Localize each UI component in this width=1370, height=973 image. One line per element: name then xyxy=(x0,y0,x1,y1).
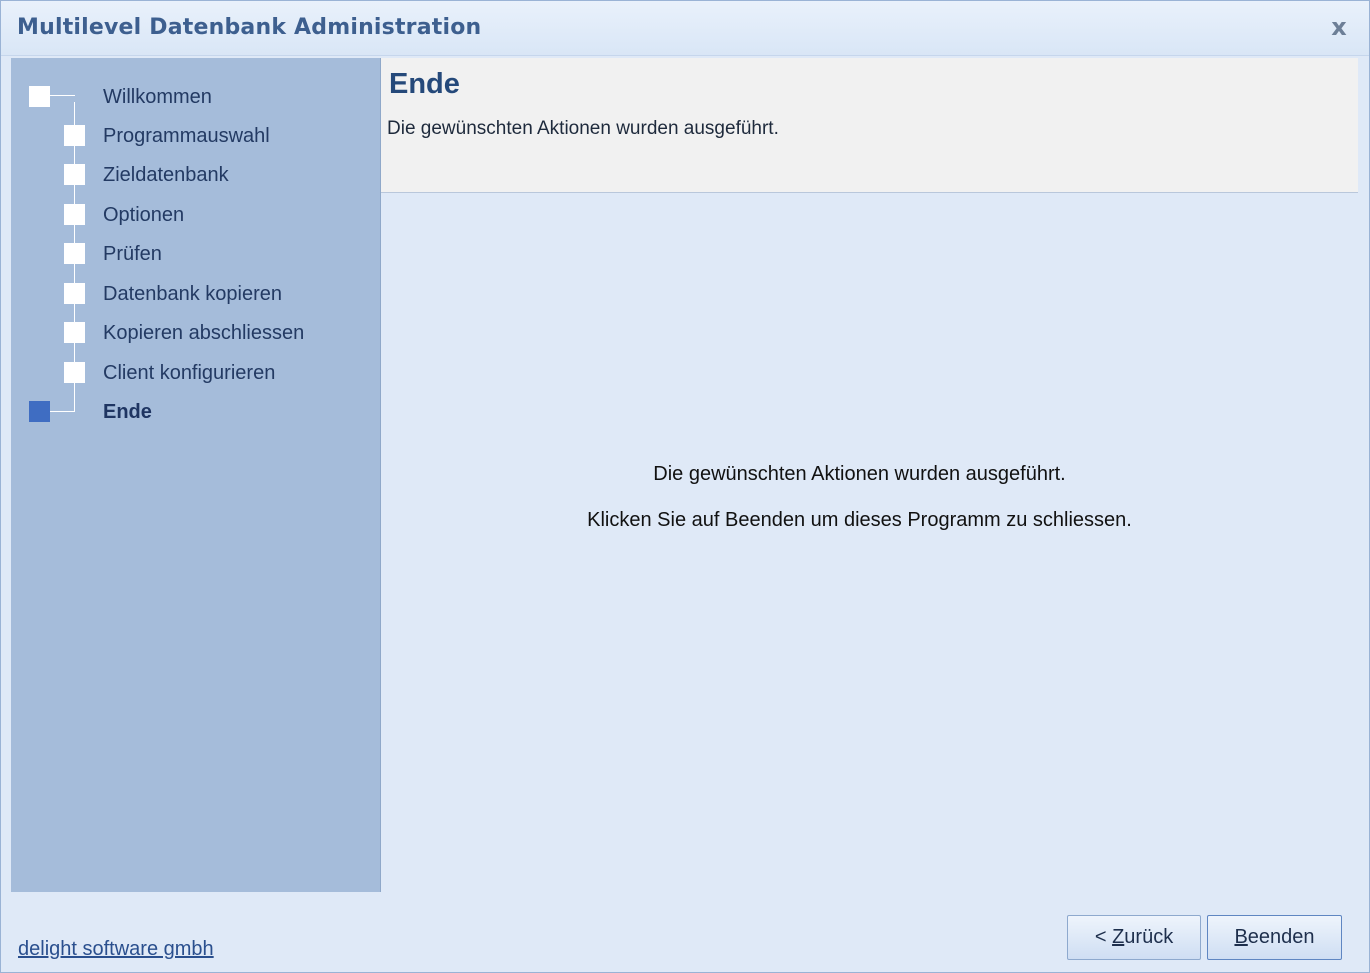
page-subtitle: Die gewünschten Aktionen wurden ausgefüh… xyxy=(387,118,779,139)
completion-message: Die gewünschten Aktionen wurden ausgefüh… xyxy=(653,463,1066,485)
step-datenbank-kopieren: Datenbank kopieren xyxy=(11,277,380,309)
back-button-label: urück xyxy=(1124,926,1174,948)
step-label: Zieldatenbank xyxy=(103,164,229,186)
step-marker xyxy=(64,164,85,185)
step-label: Datenbank kopieren xyxy=(103,283,283,305)
step-marker xyxy=(64,322,85,343)
company-link[interactable]: delight software gmbh xyxy=(18,938,214,961)
step-label: Prüfen xyxy=(103,243,162,265)
content-area: Die gewünschten Aktionen wurden ausgefüh… xyxy=(381,193,1358,893)
step-marker xyxy=(64,125,85,146)
step-ende: Ende xyxy=(11,395,380,427)
step-willkommen: Willkommen xyxy=(11,80,380,112)
step-label: Kopieren abschliessen xyxy=(103,322,305,344)
back-button-prefix: < xyxy=(1094,926,1113,948)
step-client-konfigurieren: Client konfigurieren xyxy=(11,356,380,388)
window-title: Multilevel Datenbank Administration xyxy=(17,15,482,40)
step-marker xyxy=(64,243,85,264)
finish-button-label: eenden xyxy=(1247,926,1315,948)
step-marker xyxy=(64,204,85,225)
page-header: Ende Die gewünschten Aktionen wurden aus… xyxy=(381,58,1358,193)
step-label: Programmauswahl xyxy=(103,125,270,147)
close-icon[interactable]: x xyxy=(1327,15,1351,39)
step-tree: Willkommen Programmauswahl Zieldatenbank… xyxy=(11,58,380,458)
step-optionen: Optionen xyxy=(11,198,380,230)
step-marker-active xyxy=(29,401,50,422)
step-marker xyxy=(64,283,85,304)
step-label: Client konfigurieren xyxy=(103,362,276,384)
step-label: Ende xyxy=(103,401,152,423)
step-kopieren-abschliessen: Kopieren abschliessen xyxy=(11,316,380,348)
step-label: Willkommen xyxy=(103,86,212,108)
close-instruction-message: Klicken Sie auf Beenden um dieses Progra… xyxy=(587,509,1132,531)
wizard-steps-sidebar: Willkommen Programmauswahl Zieldatenbank… xyxy=(11,58,381,892)
back-button-mnemonic: Z xyxy=(1112,926,1125,948)
step-label: Optionen xyxy=(103,204,185,226)
step-marker xyxy=(64,362,85,383)
title-bar: Multilevel Datenbank Administration x xyxy=(1,1,1369,56)
back-button[interactable]: < Zurück xyxy=(1067,915,1201,960)
step-marker xyxy=(29,86,50,107)
page-title: Ende xyxy=(389,68,460,100)
step-pruefen: Prüfen xyxy=(11,237,380,269)
step-zieldatenbank: Zieldatenbank xyxy=(11,158,380,190)
wizard-window: Multilevel Datenbank Administration x Wi… xyxy=(0,0,1370,973)
finish-button[interactable]: Beenden xyxy=(1207,915,1342,960)
step-programmauswahl: Programmauswahl xyxy=(11,119,380,151)
finish-button-mnemonic: B xyxy=(1234,926,1248,948)
